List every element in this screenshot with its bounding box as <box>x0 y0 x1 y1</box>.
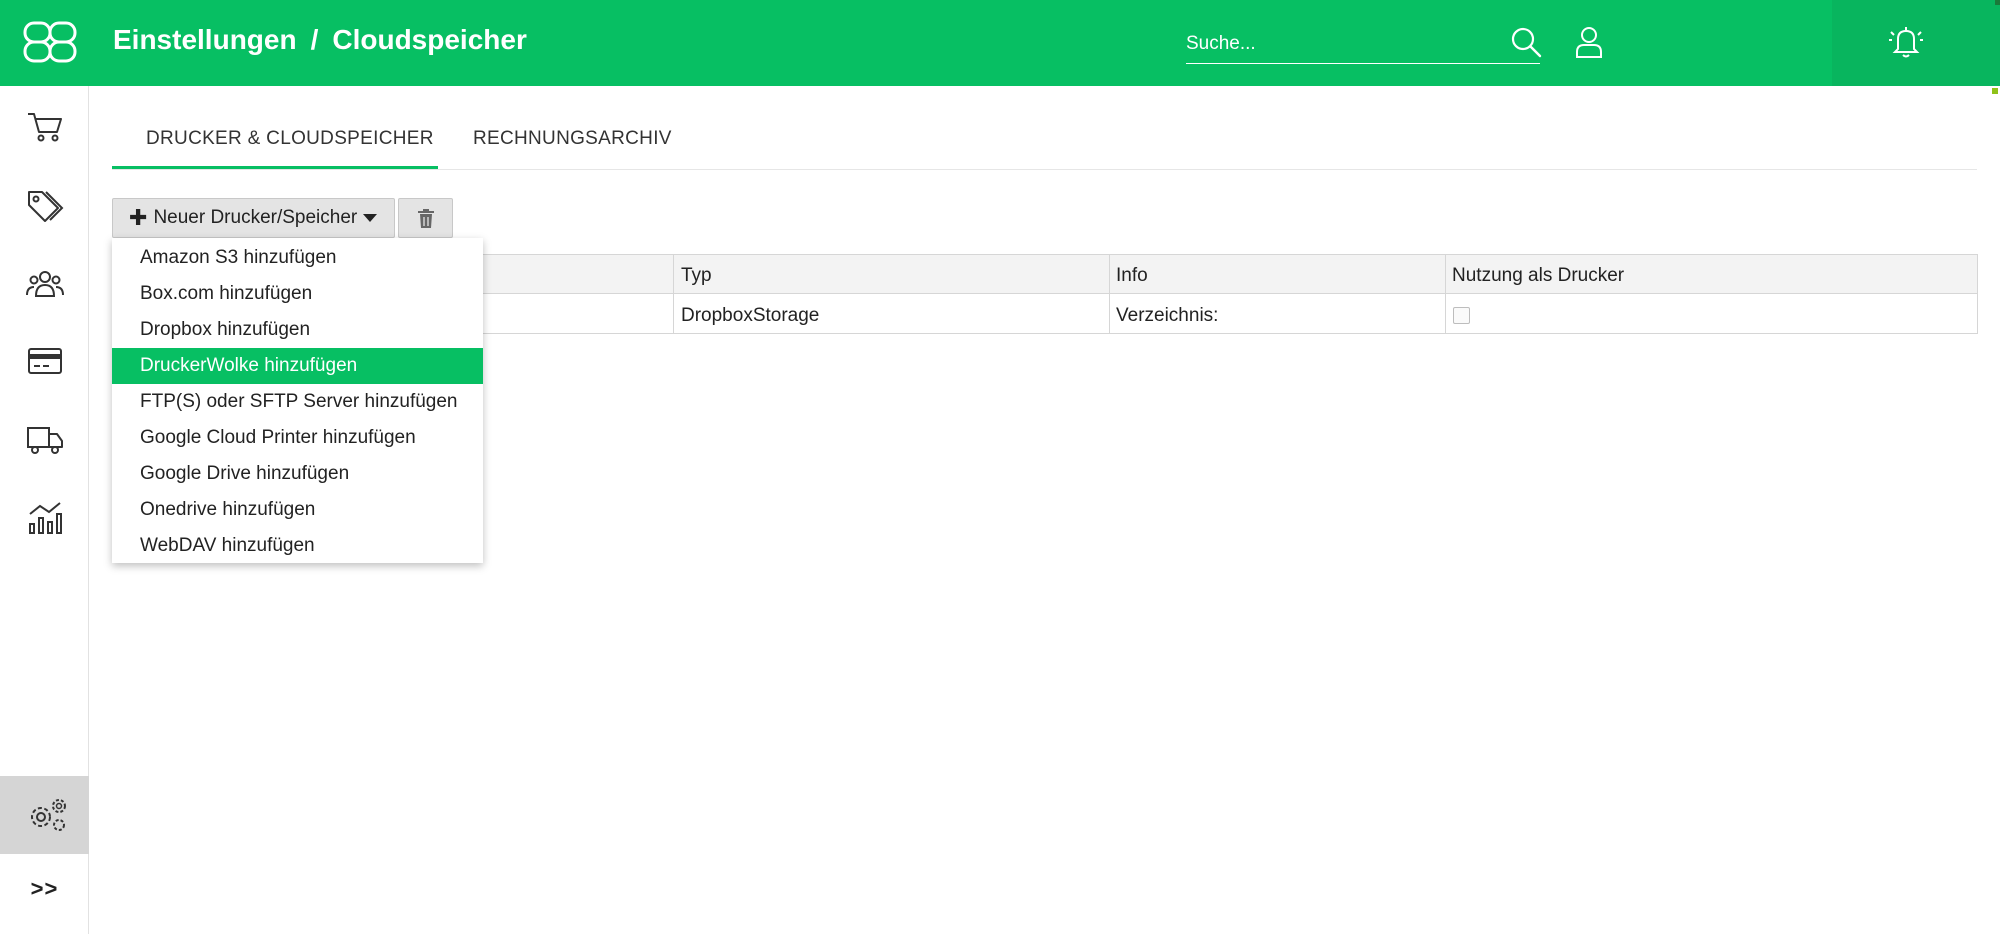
menu-item-dropbox[interactable]: Dropbox hinzufügen <box>112 312 483 348</box>
expand-sidebar-button[interactable]: >> <box>0 876 89 902</box>
tab-bar: DRUCKER & CLOUDSPEICHER RECHNUNGSARCHIV <box>112 108 1977 170</box>
column-divider <box>1109 255 1110 333</box>
breadcrumb: Einstellungen / Cloudspeicher <box>113 24 527 56</box>
search-input[interactable] <box>1186 28 1486 60</box>
tags-icon[interactable] <box>26 188 64 222</box>
breadcrumb-current: Cloudspeicher <box>332 24 527 55</box>
menu-item-amazon-s3[interactable]: Amazon S3 hinzufügen <box>112 240 483 276</box>
plus-icon: ✚ <box>129 205 148 230</box>
breadcrumb-separator: / <box>310 24 319 55</box>
search-icon[interactable] <box>1510 26 1542 58</box>
menu-item-druckerwolke[interactable]: DruckerWolke hinzufügen <box>112 348 483 384</box>
delivery-truck-icon[interactable] <box>26 422 64 456</box>
menu-item-box-com[interactable]: Box.com hinzufügen <box>112 276 483 312</box>
tab-active-indicator <box>112 166 438 169</box>
column-header-printer-use[interactable]: Nutzung als Drucker <box>1452 265 1624 287</box>
analytics-icon[interactable] <box>26 500 64 534</box>
cell-info: Verzeichnis: <box>1116 305 1219 326</box>
menu-item-google-cloud-printer[interactable]: Google Cloud Printer hinzufügen <box>112 420 483 456</box>
app-logo-icon[interactable] <box>22 20 78 64</box>
search-box <box>1186 24 1540 64</box>
bell-icon[interactable] <box>1886 22 1926 60</box>
tab-invoice-archive[interactable]: RECHNUNGSARCHIV <box>473 128 672 150</box>
corner-marker <box>1995 0 2000 5</box>
column-header-type[interactable]: Typ <box>681 265 712 287</box>
column-divider <box>1445 255 1446 333</box>
column-divider <box>673 255 674 333</box>
corner-marker-small <box>1992 88 1998 94</box>
settings-gears-icon <box>31 799 66 831</box>
menu-item-ftp-sftp[interactable]: FTP(S) oder SFTP Server hinzufügen <box>112 384 483 420</box>
user-icon[interactable] <box>1574 25 1604 59</box>
new-printer-storage-menu: Amazon S3 hinzufügen Box.com hinzufügen … <box>112 238 483 563</box>
new-printer-storage-label: Neuer Drucker/Speicher <box>153 207 358 228</box>
menu-item-webdav[interactable]: WebDAV hinzufügen <box>112 528 483 564</box>
sidebar: >> <box>0 86 89 934</box>
cell-type: DropboxStorage <box>681 305 820 326</box>
top-bar: Einstellungen / Cloudspeicher <box>0 0 2000 86</box>
customers-icon[interactable] <box>26 266 64 300</box>
new-printer-storage-button[interactable]: ✚ Neuer Drucker/Speicher <box>112 198 395 238</box>
printer-use-checkbox[interactable] <box>1453 307 1470 324</box>
menu-item-google-drive[interactable]: Google Drive hinzufügen <box>112 456 483 492</box>
payment-card-icon[interactable] <box>26 344 64 378</box>
tab-printer-cloud[interactable]: DRUCKER & CLOUDSPEICHER <box>146 128 434 150</box>
column-header-info[interactable]: Info <box>1116 265 1148 287</box>
cart-icon[interactable] <box>26 110 64 144</box>
caret-down-icon <box>363 214 378 222</box>
menu-item-onedrive[interactable]: Onedrive hinzufügen <box>112 492 483 528</box>
sidebar-item-settings[interactable] <box>0 776 89 854</box>
trash-icon <box>418 209 434 228</box>
breadcrumb-settings[interactable]: Einstellungen <box>113 24 297 56</box>
delete-button[interactable] <box>398 198 453 238</box>
